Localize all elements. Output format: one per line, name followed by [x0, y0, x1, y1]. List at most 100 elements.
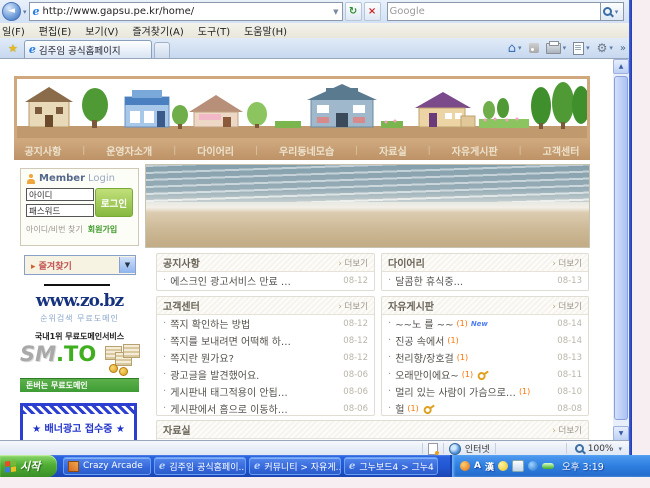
task-homepage[interactable]: 김주임 공식홈페이... [154, 457, 246, 475]
freeboard-item[interactable]: 헐 (1) 08-08 [382, 400, 588, 417]
member-label: Member [39, 173, 85, 184]
security-zone-pane: 인터넷 [444, 443, 496, 454]
customer-item[interactable]: 광고글을 발견했어요.08-06 [157, 366, 374, 383]
customer-item[interactable]: 게시판내 태그적용이 안됩…08-06 [157, 383, 374, 400]
diary-item[interactable]: 달콤한 휴식중... 08-13 [382, 272, 588, 289]
favorites-star-icon[interactable]: ★ [8, 42, 18, 55]
printer-icon [546, 43, 561, 54]
address-toolbar: ▾ http://www.gapsu.pe.kr/home/ ▼ ↻ × ▾ [0, 0, 632, 24]
zoom-control[interactable]: 100% ▾ [567, 444, 632, 454]
archive-title: 자료실 [163, 422, 191, 437]
scroll-down-icon[interactable]: ▼ [613, 426, 629, 441]
notice-item[interactable]: 에스크인 광고서비스 만료 … 08-12 [157, 272, 374, 289]
back-button[interactable] [2, 2, 21, 21]
browser-tab[interactable]: 김주임 공식홈페이지 [24, 40, 152, 58]
search-box[interactable] [387, 2, 601, 21]
command-bar: ▾ ▾ ▾ ▾ » [508, 38, 632, 58]
freeboard-item[interactable]: 천리향/장호걸 (1) 08-13 [382, 349, 588, 366]
desktop-background [632, 0, 650, 455]
nav-about[interactable]: 운영자소개 [106, 143, 152, 158]
customer-item[interactable]: 쪽지를 보내려면 어떡해 하…08-12 [157, 332, 374, 349]
id-input[interactable] [26, 188, 94, 201]
feeds-button[interactable] [529, 43, 539, 53]
scroll-up-icon[interactable]: ▲ [613, 59, 629, 74]
menu-favorites[interactable]: 즐겨찾기(A) [132, 23, 183, 38]
archive-board: 자료실 더보기 [156, 420, 589, 441]
start-button[interactable]: 시작 [0, 455, 57, 477]
tray-antivirus-icon[interactable] [542, 463, 554, 469]
search-input[interactable] [388, 5, 600, 18]
ime-language-indicator[interactable]: A [474, 461, 481, 471]
login-button[interactable]: 로그인 [95, 188, 133, 217]
task-gnuboard[interactable]: 그누보드4 > 그누4 ... [344, 457, 438, 475]
tray-messenger-icon[interactable] [498, 461, 508, 471]
task-crazy-arcade[interactable]: Crazy Arcade [63, 457, 151, 475]
toolbar-overflow-chevron[interactable]: » [620, 43, 626, 54]
customer-item[interactable]: 쪽지 확인하는 방법08-12 [157, 315, 374, 332]
search-icon [603, 7, 613, 17]
favorites-select[interactable]: 즐겨찾기 ▼ [24, 255, 136, 275]
nav-diary[interactable]: 다이어리 [197, 143, 234, 158]
tray-network-icon[interactable] [528, 461, 538, 471]
freeboard-more-link[interactable]: 더보기 [552, 300, 582, 312]
zobz-domain[interactable]: www.zo.bz [20, 291, 139, 311]
freeboard-item[interactable]: 진공 속에서 (1) 08-14 [382, 332, 588, 349]
search-button[interactable]: ▾ [601, 2, 624, 21]
customer-item[interactable]: 쪽지란 뭔가요?08-12 [157, 349, 374, 366]
favorites-select-value: 즐겨찾기 [31, 259, 72, 272]
village-banner [14, 76, 590, 141]
menu-view[interactable]: 보기(V) [85, 23, 118, 38]
menu-edit[interactable]: 편집(E) [39, 23, 72, 38]
archive-more-link[interactable]: 더보기 [552, 424, 582, 436]
freeboard-item[interactable]: ~~노 를 ~~ (1) New 08-14 [382, 315, 588, 332]
url-text[interactable]: http://www.gapsu.pe.kr/home/ [43, 6, 195, 17]
freeboard-item[interactable]: 오래만이에요~ (1) 08-11 [382, 366, 588, 383]
new-tab-stub[interactable] [154, 42, 170, 58]
customer-more-link[interactable]: 더보기 [338, 300, 368, 312]
zobz-ad-banner[interactable]: www.zo.bz 순위검색 무료도메인 [20, 291, 139, 324]
page-scrollbar[interactable]: ▲ ▼ [613, 59, 629, 441]
status-doc-pane [423, 443, 444, 454]
tools-button[interactable]: ▾ [597, 41, 613, 55]
page-button[interactable]: ▾ [573, 42, 590, 55]
desktop-background-bottom [0, 477, 650, 488]
notice-board: 공지사항 더보기 에스크인 광고서비스 만료 … 08-12 [156, 253, 375, 291]
nav-archive[interactable]: 자료실 [379, 143, 407, 158]
refresh-button[interactable]: ↻ [345, 2, 362, 21]
freeboard-item[interactable]: 멀리 있는 사람이 가슴으로… (1) 08-10 [382, 383, 588, 400]
stop-button[interactable]: × [364, 2, 381, 21]
smto-ad-banner[interactable]: 국내1위 무료도메인서비스 SM.TO 돈버는 무료도메인 [20, 331, 139, 397]
comment-count: (1) [456, 319, 467, 328]
nav-town[interactable]: 우리동네모습 [279, 143, 334, 158]
address-dropdown-icon[interactable]: ▼ [333, 8, 338, 16]
diary-more-link[interactable]: 더보기 [552, 257, 582, 269]
join-link[interactable]: 회원가입 [88, 224, 117, 235]
address-bar[interactable]: http://www.gapsu.pe.kr/home/ ▼ [29, 2, 343, 21]
customer-item[interactable]: 게시판에서 홈으로 이동하…08-06 [157, 400, 374, 417]
nav-freeboard[interactable]: 자유게시판 [452, 143, 498, 158]
search-options-icon[interactable]: ▾ [615, 8, 619, 16]
menu-bar: 일(F) 편집(E) 보기(V) 즐겨찾기(A) 도구(T) 도움말(H) [0, 23, 632, 39]
history-dropdown-icon[interactable]: ▾ [23, 8, 27, 16]
password-input[interactable] [26, 204, 94, 217]
menu-help[interactable]: 도움말(H) [244, 23, 287, 38]
zoom-dropdown-icon[interactable]: ▾ [618, 445, 622, 453]
banner-ad-recruit[interactable]: ★ 배너광고 접수중 ★ [20, 403, 137, 441]
comment-count: (1) [519, 387, 530, 396]
find-id-link[interactable]: 아이디/비번 찾기 [26, 224, 83, 235]
nav-customer[interactable]: 고객센터 [543, 143, 580, 158]
menu-tools[interactable]: 도구(T) [198, 23, 230, 38]
home-button[interactable]: ▾ [508, 41, 522, 56]
select-dropdown-icon[interactable]: ▼ [119, 257, 135, 273]
print-button[interactable]: ▾ [546, 43, 567, 54]
notice-more-link[interactable]: 더보기 [338, 257, 368, 269]
tray-notes-icon[interactable] [512, 460, 524, 472]
nav-notice[interactable]: 공지사항 [24, 143, 61, 158]
item-date: 08-12 [343, 276, 368, 286]
taskbar-clock: 오후 3:19 [562, 459, 604, 473]
task-community[interactable]: 커뮤니티 > 자유게... [249, 457, 341, 475]
tray-app-icon[interactable] [460, 461, 470, 471]
scrollbar-thumb[interactable] [614, 76, 628, 420]
ime-hanja-indicator[interactable]: 漢 [485, 460, 494, 473]
menu-file[interactable]: 일(F) [2, 23, 25, 38]
